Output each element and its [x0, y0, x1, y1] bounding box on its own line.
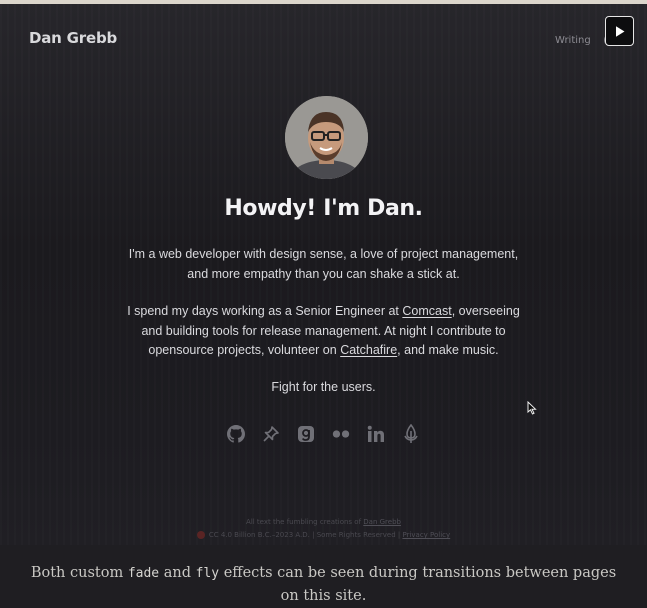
footer-author-link[interactable]: Dan Grebb: [363, 518, 401, 526]
site-title-link[interactable]: Dan Grebb: [29, 29, 117, 47]
goodreads-icon[interactable]: [296, 423, 316, 445]
caption-code-fly: fly: [195, 566, 220, 581]
privacy-policy-link[interactable]: Privacy Policy: [402, 531, 450, 539]
nav-writing-link[interactable]: Writing: [555, 35, 591, 46]
caption-text: Both custom fade and fly effects can be …: [30, 562, 617, 607]
intro-line-2: and more empathy than you can shake a st…: [187, 266, 460, 281]
page-headline: Howdy! I'm Dan.: [224, 196, 423, 221]
work-text-5: , and make music.: [397, 343, 499, 357]
intro-paragraph: I'm a web developer with design sense, a…: [0, 245, 647, 284]
work-text-4: opensource projects, volunteer on: [148, 343, 341, 357]
catchafire-link[interactable]: Catchafire: [340, 343, 397, 357]
podcast-icon[interactable]: [401, 423, 421, 445]
github-icon[interactable]: [226, 423, 246, 445]
linkedin-icon[interactable]: [366, 423, 386, 445]
site-screenshot: Dan Grebb Writing Howdy! I'm Dan. I'm a …: [0, 0, 647, 545]
caption-part-2: and: [159, 565, 196, 581]
motto: Fight for the users.: [271, 380, 376, 394]
caption-part-3: effects can be seen during transitions b…: [219, 565, 617, 604]
footer-credit: All text the fumbling creations of Dan G…: [0, 518, 647, 526]
license-icon: [196, 531, 205, 539]
play-icon: [615, 25, 624, 37]
mouse-cursor-icon: [527, 401, 537, 415]
work-text-1: I spend my days working as a Senior Engi…: [127, 304, 403, 318]
avatar: [285, 96, 368, 179]
footer-license-text: CC 4.0 Billion B.C.–2023 A.D. | Some Rig…: [208, 531, 403, 539]
caption-code-fade: fade: [127, 566, 160, 581]
footer-license: CC 4.0 Billion B.C.–2023 A.D. | Some Rig…: [0, 531, 647, 539]
social-links: [226, 422, 421, 446]
work-paragraph: I spend my days working as a Senior Engi…: [0, 302, 647, 361]
footer-credit-text: All text the fumbling creations of: [246, 518, 364, 526]
intro-line-1: I'm a web developer with design sense, a…: [128, 247, 519, 261]
flickr-icon[interactable]: [331, 423, 351, 445]
work-text-2: , overseeing: [451, 304, 520, 318]
comcast-link[interactable]: Comcast: [402, 304, 451, 318]
play-button[interactable]: [605, 16, 634, 46]
caption-area: Both custom fade and fly effects can be …: [0, 545, 647, 608]
work-text-3: and building tools for release managemen…: [141, 323, 506, 338]
pin-icon[interactable]: [261, 423, 281, 445]
caption-part-1: Both custom: [30, 565, 128, 581]
